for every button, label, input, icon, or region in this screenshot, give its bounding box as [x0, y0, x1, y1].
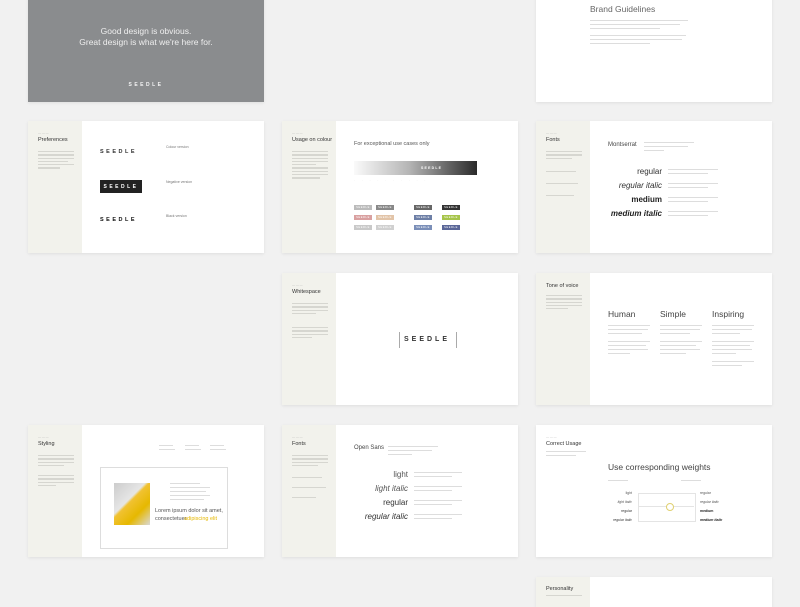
- tone-simple: Simple: [660, 309, 686, 319]
- left-weight-4: regular italic: [613, 518, 632, 522]
- slide-usage-on-colour[interactable]: — — — Usage on colour For exceptional us…: [282, 121, 518, 253]
- slide-sidebar: — — — Preferences: [28, 121, 82, 253]
- slide-hero[interactable]: Good design is obvious. Great design is …: [28, 0, 264, 102]
- preferences-title: Preferences: [38, 137, 68, 143]
- weight-regular-italic: regular italic: [618, 181, 662, 190]
- slide-fonts-montserrat[interactable]: — — — Fonts Montserrat regular regular i…: [536, 121, 772, 253]
- slide-sidebar: — — — Fonts: [536, 121, 590, 253]
- whitespace-logo: SEEDLE: [403, 336, 450, 343]
- styling-photo: [114, 483, 150, 525]
- slide-whitespace[interactable]: — — — Whitespace SEEDLE: [282, 273, 518, 405]
- chip: SEEDLE: [442, 215, 460, 220]
- right-weight-2: regular italic: [700, 500, 719, 504]
- chip: SEEDLE: [354, 205, 372, 210]
- text-line: [590, 24, 680, 26]
- chip: SEEDLE: [414, 205, 432, 210]
- chip: SEEDLE: [376, 225, 394, 230]
- slide-styling[interactable]: — — — Styling Lorem ipsum dolor sit amet…: [28, 425, 264, 557]
- label-colour-version: Colour version: [166, 145, 189, 149]
- tone-human: Human: [608, 309, 636, 319]
- chip: SEEDLE: [442, 205, 460, 210]
- slide-personality[interactable]: Personality: [536, 577, 772, 607]
- correct-usage-title: Correct Usage: [546, 441, 582, 447]
- brand-title: Brand Guidelines: [590, 4, 656, 14]
- slide-sidebar: Personality: [536, 577, 590, 607]
- hero-logo: SEEDLE: [128, 82, 164, 88]
- right-weight-3: medium: [700, 509, 714, 513]
- text-line: [590, 28, 660, 30]
- slide-brand-guidelines[interactable]: Brand Guidelines: [536, 0, 772, 102]
- font-family-open-sans: Open Sans: [354, 445, 385, 451]
- slide-fonts-open-sans[interactable]: — — — Fonts Open Sans light light italic…: [282, 425, 518, 557]
- logo-negative-version: SEEDLE: [103, 184, 139, 190]
- slide-tone-of-voice[interactable]: Tone of voice Human Simple Inspiring: [536, 273, 772, 405]
- whitespace-title: Whitespace: [292, 289, 321, 295]
- text-line: [590, 20, 688, 22]
- chip: SEEDLE: [354, 225, 372, 230]
- logo-black-version: SEEDLE: [100, 217, 138, 223]
- chip: SEEDLE: [376, 205, 394, 210]
- left-weight-2: light italic: [617, 500, 632, 504]
- right-weight-1: regular: [700, 491, 711, 495]
- gradient-logo: SEEDLE: [421, 166, 443, 170]
- styling-title: Styling: [38, 441, 55, 447]
- styling-quote-accent: adipiscing elit: [184, 516, 218, 522]
- styling-quote-line2: consectetuer: [155, 516, 187, 522]
- connector-node-icon: [666, 503, 674, 511]
- weight-light: light: [393, 470, 408, 479]
- slide-sidebar: — — — Usage on colour: [282, 121, 336, 253]
- fonts-title: Fonts: [546, 137, 560, 143]
- tone-title: Tone of voice: [546, 283, 579, 289]
- tone-inspiring: Inspiring: [712, 309, 745, 319]
- chip: SEEDLE: [442, 225, 460, 230]
- correct-usage-heading: Use corresponding weights: [608, 462, 711, 472]
- chip: SEEDLE: [414, 215, 432, 220]
- chip: SEEDLE: [376, 215, 394, 220]
- right-weight-4: medium italic: [700, 518, 723, 522]
- slide-sidebar: Tone of voice: [536, 273, 590, 405]
- styling-quote-line1: Lorem ipsum dolor sit amet,: [155, 508, 223, 514]
- weight-regular: regular: [383, 498, 408, 507]
- slide-sidebar: — — — Fonts: [282, 425, 336, 557]
- weight-medium: medium: [631, 195, 662, 204]
- slide-sidebar: — — — Whitespace: [282, 273, 336, 405]
- left-weight-1: light: [625, 491, 632, 495]
- slide-correct-usage[interactable]: — — — Correct Usage Use corresponding we…: [536, 425, 772, 557]
- chip: SEEDLE: [354, 215, 372, 220]
- logo-colour-version: SEEDLE: [100, 149, 138, 155]
- gradient-scale: ··········: [354, 179, 433, 182]
- usage-on-colour-title: Usage on colour: [292, 137, 333, 143]
- weight-medium-italic: medium italic: [610, 209, 662, 218]
- hero-line2: Great design is what we're here for.: [79, 37, 213, 47]
- weight-regular: regular: [637, 167, 662, 176]
- label-black-version: Black version: [166, 214, 187, 218]
- text-line: [590, 43, 650, 45]
- personality-title: Personality: [546, 586, 574, 592]
- hero-line1: Good design is obvious.: [100, 26, 192, 36]
- gradient-bar: [354, 161, 477, 175]
- font-family-montserrat: Montserrat: [608, 142, 637, 148]
- colour-heading: For exceptional use cases only: [354, 141, 430, 147]
- weight-regular-italic: regular italic: [364, 512, 408, 521]
- fonts2-title: Fonts: [292, 441, 306, 447]
- slide-sidebar: — — — Styling: [28, 425, 82, 557]
- slide-preferences[interactable]: — — — Preferences SEEDLE Colour version …: [28, 121, 264, 253]
- left-weight-3: regular: [621, 509, 632, 513]
- chip: SEEDLE: [414, 225, 432, 230]
- text-line: [590, 35, 686, 37]
- sidebar-ref: — — —: [38, 131, 49, 135]
- text-line: [590, 39, 682, 41]
- weight-light-italic: light italic: [375, 484, 408, 493]
- label-negative-version: Negative version: [166, 180, 193, 184]
